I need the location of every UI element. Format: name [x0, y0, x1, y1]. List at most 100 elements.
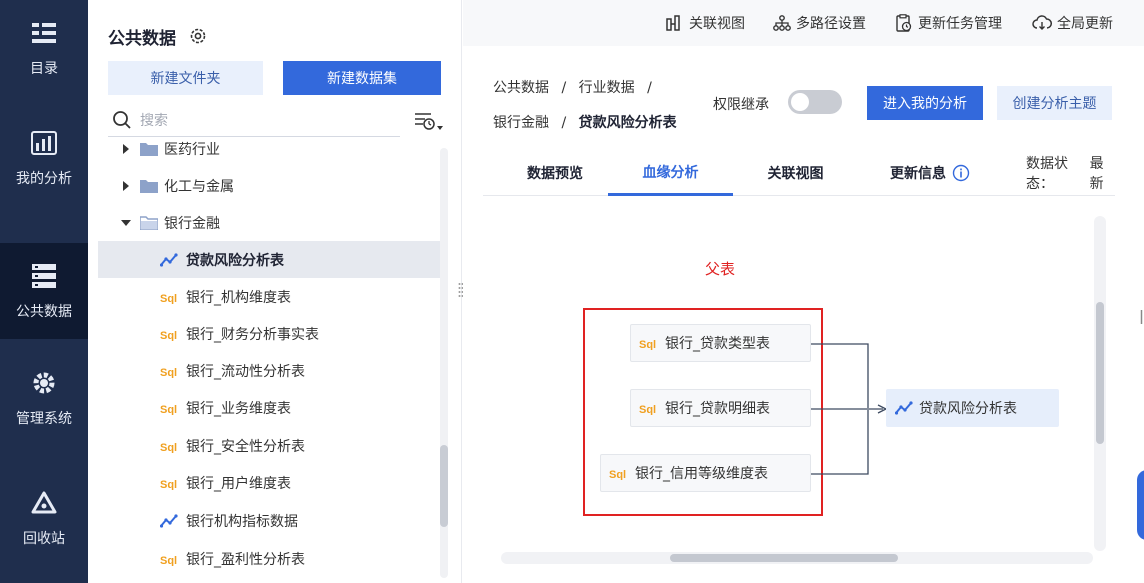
new-dataset-button[interactable]: 新建数据集 [283, 61, 441, 95]
analysis-line-icon [895, 401, 913, 415]
gear-icon[interactable] [188, 26, 208, 46]
tree-label: 银行_机构维度表 [186, 289, 291, 306]
sql-icon: Sql [639, 336, 659, 350]
svg-text:Sql: Sql [639, 339, 656, 350]
tree-item[interactable]: Sql 银行_机构维度表 [98, 278, 440, 315]
breadcrumb-item[interactable]: 公共数据 [493, 80, 549, 96]
tree-label: 银行机构指标数据 [186, 513, 298, 530]
update-tasks-label: 更新任务管理 [918, 16, 1002, 32]
tree-label: 贷款风险分析表 [186, 252, 284, 269]
breadcrumb-separator: / [561, 80, 567, 96]
nav-item-recycle[interactable]: 回收站 [0, 470, 88, 566]
lineage-node-target[interactable]: 贷款风险分析表 [886, 389, 1059, 427]
sql-icon: Sql [609, 466, 629, 480]
sql-icon: Sql [160, 552, 180, 566]
info-icon[interactable] [952, 164, 970, 182]
sql-icon: Sql [160, 364, 180, 378]
tab-lineage[interactable]: 血缘分析 [608, 150, 733, 196]
svg-text:Sql: Sql [609, 469, 626, 480]
permission-inherit-label: 权限继承 [713, 97, 769, 113]
lineage-node-label: 银行_贷款类型表 [665, 336, 770, 352]
svg-text:Sql: Sql [160, 330, 177, 341]
sql-icon: Sql [160, 327, 180, 341]
multipath-icon [773, 15, 791, 31]
caret-right-icon[interactable] [120, 143, 132, 154]
permission-inherit-toggle[interactable] [788, 90, 842, 114]
global-update-link[interactable]: 全局更新 [1032, 12, 1113, 34]
data-status-label: 数据状态： [1026, 156, 1068, 192]
tree-item[interactable]: Sql 银行_业务维度表 [98, 389, 440, 426]
tab-data-preview[interactable]: 数据预览 [503, 150, 607, 196]
tree-folder-chemical[interactable]: 化工与金属 [98, 167, 440, 204]
floating-assistant-button[interactable] [1137, 470, 1144, 540]
filter-sort-icon[interactable] [413, 109, 445, 135]
tree-label: 化工与金属 [164, 178, 234, 195]
folder-icon [140, 142, 158, 156]
tab-update-info[interactable]: 更新信息 [890, 150, 970, 196]
lineage-node-parent[interactable]: Sql 银行_贷款类型表 [630, 324, 811, 362]
multipath-label: 多路径设置 [796, 16, 866, 32]
catalog-icon [29, 18, 59, 48]
recycle-icon [29, 488, 59, 518]
sql-icon: Sql [160, 476, 180, 490]
tree-item[interactable]: Sql 银行_用户维度表 [98, 464, 440, 501]
svg-text:Sql: Sql [639, 404, 656, 415]
tree-item[interactable]: 银行机构指标数据 [98, 502, 440, 539]
breadcrumb-item[interactable]: 银行金融 [493, 115, 549, 131]
multipath-link[interactable]: 多路径设置 [773, 12, 866, 34]
breadcrumb-item[interactable]: 行业数据 [579, 80, 635, 96]
tree-label: 银行_流动性分析表 [186, 363, 305, 380]
svg-text:Sql: Sql [160, 479, 177, 490]
tree-folder-banking[interactable]: 银行金融 [98, 204, 440, 241]
caret-down-icon[interactable] [120, 219, 132, 227]
new-folder-button[interactable]: 新建文件夹 [108, 61, 263, 95]
svg-text:Sql: Sql [160, 555, 177, 566]
sidebar-scroll-thumb[interactable] [440, 445, 448, 527]
svg-text:Sql: Sql [160, 442, 177, 453]
tree-folder-pharma[interactable]: 医药行业 [98, 140, 440, 167]
lineage-node-parent[interactable]: Sql 银行_信用等级维度表 [600, 454, 811, 492]
enter-my-analysis-button[interactable]: 进入我的分析 [867, 86, 983, 120]
lineage-canvas: 父表 Sql 银行_贷款类型表 Sql 银行_贷款明细表 Sql 银行_信用等级… [483, 210, 1103, 565]
relation-view-label: 关联视图 [689, 16, 745, 32]
data-sidebar: 公共数据 新建文件夹 新建数据集 医药行业 化工与金属 银行金融 [88, 0, 462, 583]
nav-item-management[interactable]: 管理系统 [0, 350, 88, 446]
canvas-vertical-scroll-thumb[interactable] [1096, 302, 1104, 444]
analysis-line-icon [160, 252, 180, 267]
create-topic-button[interactable]: 创建分析主题 [997, 86, 1112, 120]
tree-item[interactable]: Sql 银行_流动性分析表 [98, 352, 440, 389]
canvas-horizontal-scroll-thumb[interactable] [670, 554, 898, 562]
tab-relation-view[interactable]: 关联视图 [733, 150, 858, 196]
svg-text:Sql: Sql [160, 404, 177, 415]
breadcrumb: 公共数据 / 行业数据 / [493, 77, 660, 97]
global-update-label: 全局更新 [1057, 16, 1113, 32]
search-icon [112, 110, 132, 134]
sql-icon: Sql [160, 401, 180, 415]
task-clock-icon [895, 14, 913, 32]
tree-item[interactable]: Sql 银行_安全性分析表 [98, 427, 440, 464]
nav-item-my-analysis[interactable]: 我的分析 [0, 110, 88, 206]
panel-resize-icon[interactable] [1139, 310, 1144, 324]
tree-label: 医药行业 [164, 141, 220, 158]
data-status-value: 最新 [1089, 156, 1104, 192]
lineage-node-parent[interactable]: Sql 银行_贷款明细表 [630, 389, 811, 427]
nav-item-catalog[interactable]: 目录 [0, 0, 88, 96]
lineage-node-label: 银行_信用等级维度表 [635, 466, 768, 482]
analysis-line-icon [160, 513, 180, 528]
detail-tabs: 数据预览 血缘分析 关联视图 更新信息 数据状态： 最新 [483, 150, 1115, 196]
lineage-node-label: 贷款风险分析表 [919, 401, 1017, 417]
nav-item-public-data[interactable]: 公共数据 [0, 243, 88, 339]
toggle-knob [791, 93, 809, 111]
svg-text:Sql: Sql [160, 293, 177, 304]
tree-label: 银行_盈利性分析表 [186, 551, 305, 568]
tree-label: 银行_用户维度表 [186, 475, 291, 492]
search-input[interactable] [140, 109, 390, 133]
tree-item[interactable]: Sql 银行_财务分析事实表 [98, 315, 440, 352]
data-tree: 医药行业 化工与金属 银行金融 贷款风险分析表 Sql 银行_机构维度表 Sql… [98, 140, 440, 583]
caret-right-icon[interactable] [120, 180, 132, 191]
update-tasks-link[interactable]: 更新任务管理 [895, 12, 1002, 34]
tree-label: 银行_业务维度表 [186, 400, 291, 417]
relation-view-link[interactable]: 关联视图 [666, 12, 745, 34]
tree-item[interactable]: Sql 银行_盈利性分析表 [98, 540, 440, 577]
tree-item-loan-risk[interactable]: 贷款风险分析表 [98, 241, 440, 278]
